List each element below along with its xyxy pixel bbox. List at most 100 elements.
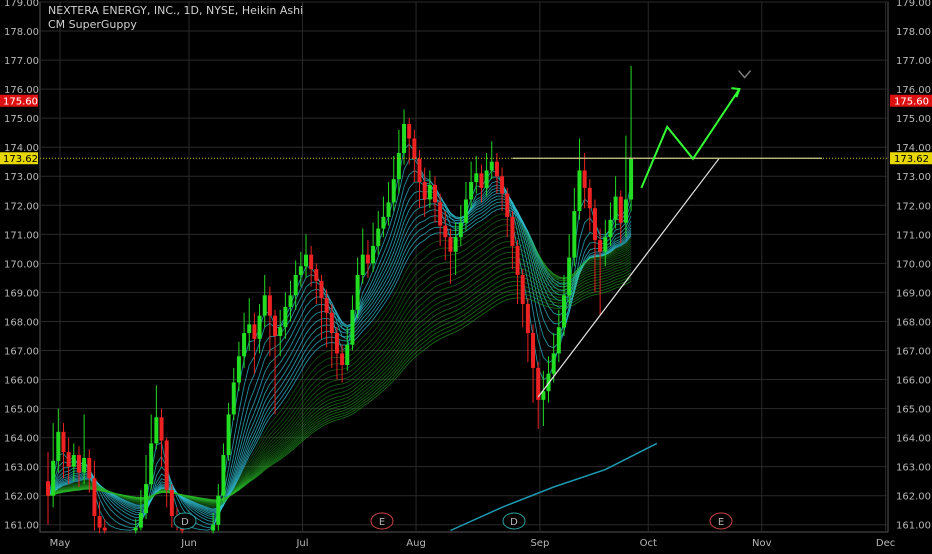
candle-body: [159, 417, 164, 441]
candle-body: [582, 170, 587, 188]
chart-area[interactable]: 161.00 161.00 162.00 162.00 163.00 163.00 164.…: [0, 0, 932, 550]
candle-body: [376, 228, 381, 246]
y-tick-label-left: 170.00: [4, 259, 39, 270]
candle-body: [598, 240, 603, 252]
candle-body: [76, 455, 81, 473]
candle-body: [61, 431, 66, 453]
last-price-label-right: 175.60: [894, 97, 929, 108]
y-tick-label-right: 168.00: [896, 317, 931, 328]
candle-body: [355, 274, 360, 310]
candle-body: [525, 304, 530, 334]
level-price-label-right: 173.62: [894, 154, 929, 165]
x-tick-label: Dec: [876, 538, 895, 549]
y-tick-label-left: 162.00: [4, 492, 39, 503]
candle-body: [500, 176, 505, 194]
candle-body: [587, 187, 592, 209]
y-tick-label-left: 167.00: [4, 346, 39, 357]
candle-body: [226, 414, 231, 456]
candle-body: [278, 327, 283, 336]
candle-body: [489, 161, 494, 171]
guppy-ema-line: [47, 213, 632, 509]
candle-body: [66, 452, 71, 467]
candle-body: [484, 170, 489, 188]
candle-body: [629, 158, 634, 200]
guppy-ema-line: [47, 207, 632, 510]
candle-body: [71, 455, 76, 467]
y-tick-label-left: 163.00: [4, 463, 39, 474]
y-tick-label-left: 179.00: [4, 0, 39, 9]
y-tick-label-left: 176.00: [4, 85, 39, 96]
candle-body: [262, 295, 267, 316]
candle-body: [396, 153, 401, 180]
candle-body: [319, 280, 324, 299]
y-tick-label-left: 161.00: [4, 521, 39, 532]
candle-body: [329, 312, 334, 334]
x-tick-label: Aug: [406, 538, 426, 549]
candle-body: [463, 199, 468, 223]
y-tick-label-left: 164.00: [4, 434, 39, 445]
candle-body: [350, 309, 355, 345]
candle-body: [365, 254, 370, 264]
candle-body: [56, 431, 61, 461]
candle-body: [334, 333, 339, 354]
candle-body: [87, 457, 92, 479]
candle-body: [551, 353, 556, 374]
candle-body: [443, 225, 448, 238]
x-tick-label: Oct: [640, 538, 657, 549]
candle-body: [417, 158, 422, 183]
long-ema-line: [450, 442, 658, 532]
candle-body: [494, 161, 499, 177]
candle-body: [520, 274, 525, 305]
candle-body: [448, 237, 453, 252]
y-tick-label-right: 176.00: [896, 85, 931, 96]
symbol-title: NEXTERA ENERGY, INC., 1D, NYSE, Heikin A…: [48, 4, 304, 17]
candle-body: [577, 170, 582, 212]
candle-body: [603, 237, 608, 252]
candle-body: [51, 460, 56, 496]
y-tick-label-left: 165.00: [4, 405, 39, 416]
event-marker-label: D: [510, 517, 518, 528]
y-tick-label-left: 172.00: [4, 201, 39, 212]
guppy-ema-line: [47, 198, 632, 513]
legend: NEXTERA ENERGY, INC., 1D, NYSE, Heikin A…: [48, 4, 303, 32]
y-tick-label-right: 166.00: [896, 376, 931, 387]
y-tick-label-left: 169.00: [4, 288, 39, 299]
guppy-ema-line: [47, 190, 632, 518]
candle-body: [283, 306, 288, 328]
candle-body: [324, 298, 329, 313]
candle-body: [505, 193, 510, 217]
y-tick-label-left: 173.00: [4, 172, 39, 183]
level-price-label-left: 173.62: [3, 154, 38, 165]
candle-body: [458, 222, 463, 238]
candle-body: [298, 266, 303, 275]
y-tick-label-right: 173.00: [896, 172, 931, 183]
candle-body: [242, 333, 247, 357]
candle-body: [562, 295, 566, 328]
candle-body: [433, 184, 437, 203]
candle-body: [231, 382, 236, 415]
last-price-label-left: 175.60: [3, 97, 38, 108]
candle-body: [92, 478, 97, 517]
candle-body: [453, 237, 458, 252]
candle-body: [515, 245, 520, 275]
candle-body: [608, 219, 613, 238]
y-tick-label-right: 170.00: [896, 259, 931, 270]
indicator-name: CM SuperGuppy: [48, 18, 137, 31]
x-axis: May Jun Jul Aug Sep Oct Nov Dec: [50, 538, 896, 549]
y-tick-label-right: 172.00: [896, 201, 931, 212]
candle-body: [340, 353, 345, 366]
candle-body: [391, 179, 396, 203]
y-tick-label-right: 177.00: [896, 56, 931, 67]
y-tick-label-left: 166.00: [4, 376, 39, 387]
y-tick-label-left: 177.00: [4, 56, 39, 67]
candle-body: [386, 202, 391, 217]
price-chart[interactable]: 161.00 161.00 162.00 162.00 163.00 163.00 164.…: [0, 0, 932, 550]
candle-body: [252, 324, 257, 339]
y-tick-label-right: 162.00: [896, 492, 931, 503]
candle-body: [169, 489, 174, 517]
y-tick-label-right: 171.00: [896, 230, 931, 241]
y-tick-label-left: 171.00: [4, 230, 39, 241]
candle-body: [469, 182, 474, 200]
candle-body: [304, 254, 308, 267]
candle-body: [314, 269, 319, 281]
